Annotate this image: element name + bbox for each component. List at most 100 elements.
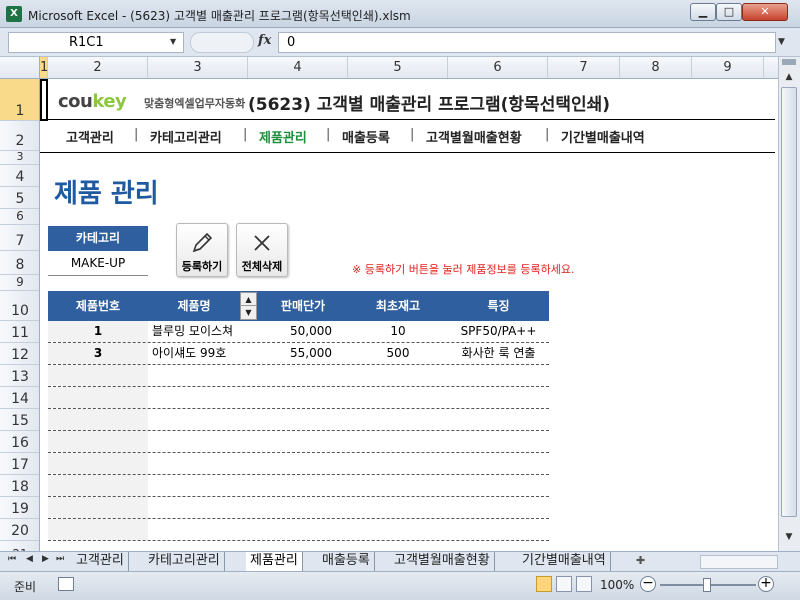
table-row[interactable]: 1 블루밍 모이스쳐 50,000 10 SPF50/PA++ — [48, 321, 549, 343]
insert-sheet-icon[interactable]: ✚ — [636, 554, 652, 568]
prev-sheet-icon[interactable]: ◀ — [26, 554, 33, 564]
cell-product-no[interactable] — [48, 475, 148, 496]
row-header[interactable]: 21 — [0, 541, 39, 551]
column-header[interactable]: 5 — [348, 57, 448, 78]
row-header[interactable]: 17 — [0, 453, 39, 475]
sheet-tab-customers[interactable]: 고객관리 — [72, 552, 129, 571]
table-row[interactable] — [48, 497, 549, 519]
row-header[interactable]: 19 — [0, 497, 39, 519]
col-header-product-name[interactable]: 제품명 — [148, 291, 240, 321]
sheet-tab-sales-entry[interactable]: 매출등록 — [318, 552, 375, 571]
column-header[interactable]: 4 — [248, 57, 348, 78]
row-header[interactable]: 10 — [0, 291, 39, 321]
cell-product-no[interactable] — [48, 365, 148, 386]
normal-view-icon[interactable] — [536, 576, 552, 592]
name-box[interactable]: R1C1 — [8, 32, 184, 53]
table-row[interactable] — [48, 453, 549, 475]
cell-product-no[interactable]: 1 — [48, 321, 148, 342]
register-button[interactable]: 등록하기 — [176, 223, 228, 277]
cell-product-no[interactable] — [48, 453, 148, 474]
column-header[interactable]: 8 — [620, 57, 692, 78]
column-header[interactable]: 3 — [148, 57, 248, 78]
cell-product-no[interactable] — [48, 409, 148, 430]
sort-spinner[interactable]: ▲ ▼ — [240, 292, 257, 320]
cell-product-no[interactable] — [48, 431, 148, 452]
sort-down-icon[interactable]: ▼ — [241, 306, 256, 319]
vertical-scrollbar[interactable]: ▲ ▼ — [778, 57, 800, 551]
cell-product-no[interactable] — [48, 387, 148, 408]
column-header[interactable]: 7 — [548, 57, 620, 78]
table-row[interactable]: 3 아이섀도 99호 55,000 500 화사한 룩 연출 — [48, 343, 549, 365]
row-header[interactable]: 6 — [0, 209, 39, 225]
col-header-initial-stock[interactable]: 최초재고 — [348, 291, 448, 321]
excel-app-icon[interactable]: X — [6, 6, 22, 22]
nav-item-categories[interactable]: 카테고리관리 — [150, 127, 222, 146]
table-row[interactable] — [48, 387, 549, 409]
row-header[interactable]: 8 — [0, 251, 39, 275]
zoom-out-icon[interactable]: − — [640, 576, 656, 592]
zoom-slider-thumb[interactable] — [703, 578, 711, 592]
row-header[interactable]: 18 — [0, 475, 39, 497]
row-header[interactable]: 3 — [0, 150, 39, 165]
row-header[interactable]: 9 — [0, 275, 39, 291]
macro-record-icon[interactable] — [58, 577, 74, 591]
minimize-button[interactable]: ▁ — [690, 3, 716, 21]
scroll-down-icon[interactable]: ▼ — [781, 529, 797, 545]
page-break-view-icon[interactable] — [576, 576, 592, 592]
row-header[interactable]: 11 — [0, 321, 39, 343]
scroll-up-icon[interactable]: ▲ — [781, 69, 797, 85]
cell-product-no[interactable] — [48, 497, 148, 518]
horizontal-scrollbar[interactable] — [700, 555, 778, 569]
row-header[interactable]: 2 — [0, 121, 39, 151]
col-header-product-no[interactable]: 제품번호 — [48, 291, 148, 321]
split-handle[interactable] — [782, 59, 796, 65]
row-header[interactable]: 12 — [0, 343, 39, 365]
cell-price[interactable]: 55,000 — [248, 343, 332, 364]
row-header[interactable]: 16 — [0, 431, 39, 453]
zoom-level[interactable]: 100% — [600, 578, 634, 592]
row-header[interactable]: 13 — [0, 365, 39, 387]
row-header[interactable]: 5 — [0, 187, 39, 209]
table-row[interactable] — [48, 475, 549, 497]
row-header[interactable]: 7 — [0, 225, 39, 251]
column-header[interactable]: 2 — [48, 57, 148, 78]
sheet-tab-products[interactable]: 제품관리 — [246, 552, 303, 571]
row-header[interactable]: 1 — [0, 79, 39, 121]
cell-product-name[interactable]: 아이섀도 99호 — [152, 343, 248, 364]
table-row[interactable] — [48, 431, 549, 453]
sheet-tab-categories[interactable]: 카테고리관리 — [144, 552, 225, 571]
column-header[interactable]: 1 — [40, 57, 48, 78]
column-header[interactable]: 9 — [692, 57, 764, 78]
close-button[interactable]: ✕ — [742, 3, 788, 21]
cell-product-no[interactable] — [48, 519, 148, 540]
table-row[interactable] — [48, 409, 549, 431]
cell-feature[interactable]: SPF50/PA++ — [448, 321, 549, 342]
cell-product-name[interactable]: 블루밍 모이스쳐 — [152, 321, 248, 342]
delete-all-button[interactable]: 전체삭제 — [236, 223, 288, 277]
scroll-thumb[interactable] — [781, 87, 797, 517]
sheet-tab-period[interactable]: 기간별매출내역 — [518, 552, 611, 571]
next-sheet-icon[interactable]: ▶ — [42, 554, 49, 564]
category-select[interactable]: MAKE-UP — [48, 251, 148, 276]
nav-item-sales-entry[interactable]: 매출등록 — [342, 127, 390, 146]
name-box-dropdown-icon[interactable]: ▼ — [170, 37, 176, 46]
col-header-price[interactable]: 판매단가 — [258, 291, 348, 321]
first-sheet-icon[interactable]: ⏮ — [8, 554, 16, 564]
maximize-button[interactable]: □ — [716, 3, 742, 21]
cell-stock[interactable]: 500 — [348, 343, 448, 364]
table-row[interactable] — [48, 365, 549, 387]
cell-stock[interactable]: 10 — [348, 321, 448, 342]
cell-feature[interactable]: 화사한 룩 연출 — [448, 343, 549, 364]
formula-input[interactable]: 0 — [278, 32, 776, 53]
sheet-tab-monthly[interactable]: 고객별월매출현황 — [390, 552, 495, 571]
cell-product-no[interactable]: 3 — [48, 343, 148, 364]
cell-price[interactable]: 50,000 — [248, 321, 332, 342]
row-header[interactable]: 14 — [0, 387, 39, 409]
col-header-feature[interactable]: 특징 — [448, 291, 549, 321]
column-header[interactable]: 6 — [448, 57, 548, 78]
last-sheet-icon[interactable]: ⏭ — [56, 554, 64, 564]
worksheet[interactable]: coukey 맞춤형엑셀업무자동화 (5623) 고객별 매출관리 프로그램(항… — [40, 79, 778, 551]
nav-item-products[interactable]: 제품관리 — [259, 127, 307, 146]
nav-item-customers[interactable]: 고객관리 — [66, 127, 114, 146]
zoom-in-icon[interactable]: + — [758, 576, 774, 592]
